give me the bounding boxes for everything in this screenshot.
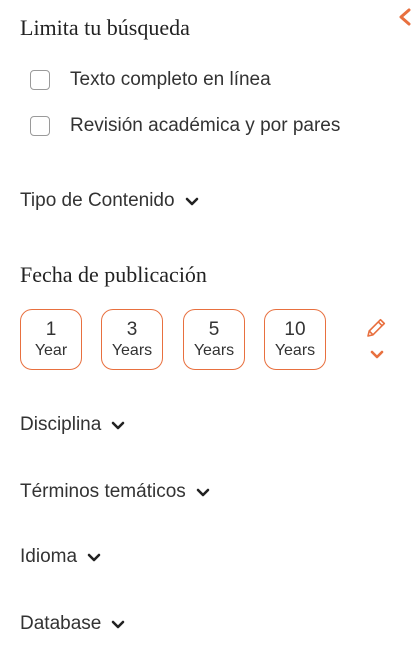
date-range-value: 1 (45, 318, 57, 340)
publication-date-title: Fecha de publicación (20, 262, 207, 287)
date-range-value: 3 (126, 318, 138, 340)
peer-reviewed-label: Revisión académica y por pares (70, 115, 341, 136)
chevron-down-icon (196, 488, 210, 496)
pencil-icon[interactable] (365, 317, 387, 339)
date-range-5-years-button[interactable]: 5 Years (183, 309, 245, 370)
limit-search-title: Limita tu búsqueda (20, 15, 190, 40)
date-range-unit: Year (34, 341, 68, 359)
date-range-value: 10 (284, 318, 306, 340)
full-text-online-option[interactable]: Texto completo en línea (30, 68, 271, 92)
date-range-unit: Years (274, 341, 316, 359)
expand-dates-chevron-down-icon[interactable] (370, 350, 384, 359)
full-text-online-checkbox[interactable] (30, 70, 50, 90)
date-range-10-years-button[interactable]: 10 Years (264, 309, 326, 370)
discipline-facet-toggle[interactable]: Disciplina (20, 414, 125, 436)
date-range-1-year-button[interactable]: 1 Year (20, 309, 82, 370)
chevron-down-icon (185, 197, 198, 205)
content-type-facet-toggle[interactable]: Tipo de Contenido (20, 190, 199, 212)
chevron-down-icon (112, 620, 125, 628)
database-label: Database (20, 613, 102, 634)
language-facet-toggle[interactable]: Idioma (20, 546, 101, 568)
database-facet-toggle[interactable]: Database (20, 613, 125, 635)
subject-terms-facet-toggle[interactable]: Términos temáticos (20, 481, 210, 503)
content-type-label: Tipo de Contenido (20, 190, 175, 211)
discipline-label: Disciplina (20, 414, 102, 435)
chevron-down-icon (87, 553, 101, 561)
language-label: Idioma (20, 546, 78, 567)
date-range-unit: Years (111, 341, 153, 359)
peer-reviewed-option[interactable]: Revisión académica y por pares (30, 114, 340, 138)
date-range-unit: Years (193, 341, 235, 359)
chevron-down-icon (112, 421, 125, 429)
collapse-sidebar-chevron-left-icon[interactable] (396, 8, 414, 26)
subject-terms-label: Términos temáticos (20, 481, 186, 502)
full-text-online-label: Texto completo en línea (70, 69, 271, 90)
date-range-value: 5 (208, 318, 220, 340)
peer-reviewed-checkbox[interactable] (30, 116, 50, 136)
date-range-3-years-button[interactable]: 3 Years (101, 309, 163, 370)
